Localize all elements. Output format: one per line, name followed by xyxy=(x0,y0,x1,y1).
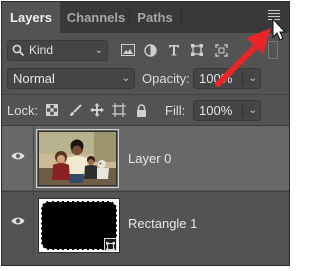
visibility-eye-icon[interactable] xyxy=(11,151,25,161)
layer-name[interactable]: Layer 0 xyxy=(128,151,171,166)
lock-transparent-pixels-icon[interactable] xyxy=(45,103,59,117)
fill-field[interactable]: 100% ⌄ xyxy=(193,100,261,121)
lock-all-icon[interactable] xyxy=(134,103,148,117)
lock-artboard-icon[interactable] xyxy=(112,103,126,117)
tab-paths[interactable]: Paths xyxy=(130,2,180,33)
opacity-label: Opacity: xyxy=(142,71,190,86)
tab-bar: Layers Channels Paths xyxy=(2,2,289,33)
filter-row: Kind ⌄ xyxy=(2,40,289,62)
filter-toggle-switch[interactable] xyxy=(268,41,278,59)
hamburger-menu-icon[interactable] xyxy=(267,8,281,22)
lock-image-pixels-icon[interactable] xyxy=(68,103,82,117)
opacity-value: 100% xyxy=(199,71,233,86)
smart-object-filter-icon[interactable] xyxy=(213,42,229,58)
visibility-eye-icon[interactable] xyxy=(11,216,25,226)
family-photo-image xyxy=(39,132,116,185)
blend-row: Normal ⌄ Opacity: 100% ⌄ xyxy=(2,68,289,90)
blend-mode-select[interactable]: Normal ⌄ xyxy=(7,68,135,89)
fill-label: Fill: xyxy=(165,103,186,118)
shape-layer-badge-icon xyxy=(104,238,117,251)
column-divider xyxy=(33,126,34,190)
opacity-field[interactable]: 100% ⌄ xyxy=(193,68,261,89)
lock-row: Lock: Fill: 100% ⌄ xyxy=(2,99,289,121)
tab-divider xyxy=(181,9,182,26)
filter-kind-label: Kind xyxy=(29,43,54,57)
layer-row-layer-0[interactable]: Layer 0 xyxy=(2,126,289,190)
chevron-down-icon[interactable]: ⌄ xyxy=(249,101,257,120)
lock-label: Lock: xyxy=(7,103,39,118)
layer-row-rectangle-1[interactable]: Rectangle 1 xyxy=(2,191,289,256)
chevron-down-icon[interactable]: ⌄ xyxy=(249,69,257,88)
type-filter-icon[interactable] xyxy=(166,42,182,58)
image-filter-icon[interactable] xyxy=(120,42,136,58)
adjustment-filter-icon[interactable] xyxy=(142,42,158,58)
search-icon xyxy=(12,44,25,57)
chevron-down-icon: ⌄ xyxy=(121,73,130,84)
column-divider xyxy=(33,192,34,256)
filter-kind-select[interactable]: Kind ⌄ xyxy=(7,40,108,61)
tab-layers[interactable]: Layers xyxy=(2,2,60,33)
chevron-down-icon: ⌄ xyxy=(94,45,103,56)
fill-value: 100% xyxy=(199,103,233,118)
layer-thumbnail-photo[interactable] xyxy=(36,129,119,188)
filter-status-dot xyxy=(258,45,264,51)
layer-name[interactable]: Rectangle 1 xyxy=(128,216,197,231)
layers-panel: Layers Channels Paths Kind ⌄ Normal ⌄ Op… xyxy=(1,1,290,266)
blend-mode-value: Normal xyxy=(13,71,55,86)
tab-channels[interactable]: Channels xyxy=(62,2,130,33)
shape-filter-icon[interactable] xyxy=(189,42,205,58)
lock-position-icon[interactable] xyxy=(90,103,104,117)
divider xyxy=(2,94,289,95)
